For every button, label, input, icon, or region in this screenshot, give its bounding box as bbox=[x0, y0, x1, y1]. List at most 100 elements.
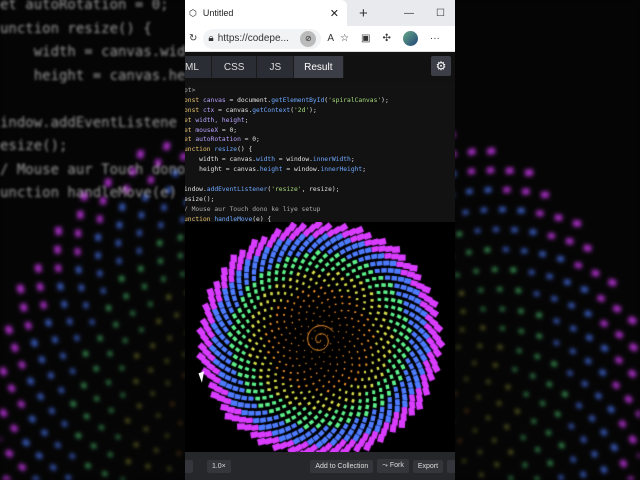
share-button[interactable] bbox=[447, 459, 455, 473]
code-token: = 0; bbox=[218, 126, 238, 134]
code-line: pt> bbox=[185, 86, 455, 96]
code-token: 'spiralCanvas' bbox=[328, 96, 382, 104]
settings-gear-icon[interactable]: ⚙ bbox=[431, 56, 451, 76]
code-token: mouseX bbox=[195, 126, 219, 134]
code-line: indow.addEventListener('resize', resize)… bbox=[185, 185, 455, 195]
code-token: 'resize' bbox=[271, 185, 302, 193]
bg-code-line: unction handleMove(e) bbox=[0, 185, 178, 201]
bg-code-line: indow.addEventListene bbox=[0, 114, 178, 131]
code-token: esize(); bbox=[185, 195, 215, 203]
code-token: , resize); bbox=[301, 185, 340, 193]
fork-button[interactable]: ⤳ Fork bbox=[377, 459, 409, 473]
console-button[interactable] bbox=[185, 459, 193, 473]
code-token: height = canvas. bbox=[185, 166, 260, 174]
lock-icon: 🔒︎ bbox=[208, 33, 214, 44]
code-line: et width, height; bbox=[185, 116, 455, 126]
code-line: width = canvas.width = window.innerWidth… bbox=[185, 155, 455, 165]
tracking-prevention-icon[interactable]: ⊘ bbox=[300, 30, 317, 47]
spiral-canvas[interactable] bbox=[185, 222, 455, 452]
code-line: unction handleMove(e) { bbox=[185, 215, 455, 222]
code-line: onst ctx = canvas.getContext('2d'); bbox=[185, 106, 455, 116]
tab-js[interactable]: JS bbox=[257, 56, 295, 78]
tab-css[interactable]: CSS bbox=[211, 56, 258, 78]
code-token: ; bbox=[362, 166, 366, 174]
tab-html[interactable]: ML bbox=[185, 56, 212, 78]
code-token: innerWidth bbox=[312, 156, 351, 164]
screenshot-icon[interactable]: ▣ bbox=[361, 33, 370, 44]
code-token: unction bbox=[185, 146, 215, 154]
code-token: width, height bbox=[195, 116, 245, 124]
bg-code-line: unction resize() { bbox=[0, 20, 152, 37]
code-token: / Mouse aur Touch dono ke liye setup bbox=[185, 205, 321, 213]
close-tab-icon[interactable]: ✕ bbox=[330, 7, 339, 20]
address-bar-row: ↻ 🔒︎ https://codepe... ⊘ A ☆ ▣ ✣ ··· bbox=[185, 26, 455, 52]
maximize-button[interactable]: ☐ bbox=[436, 8, 445, 19]
more-menu-icon[interactable]: ··· bbox=[430, 33, 440, 44]
code-token: innerHeight bbox=[320, 166, 363, 174]
code-token: ; bbox=[350, 156, 355, 164]
url-text: https://codepe... bbox=[217, 33, 289, 44]
code-token: = 0; bbox=[240, 136, 260, 144]
extensions-icon[interactable]: ✣ bbox=[382, 33, 390, 44]
code-token: autoRotation bbox=[195, 136, 241, 144]
zoom-select[interactable]: 1.0× bbox=[206, 459, 231, 473]
footer-bar: 1.0× Add to Collection ⤳ Fork Export bbox=[185, 452, 455, 480]
code-token: width = canvas. bbox=[185, 156, 257, 164]
bg-code-line: height = canvas.he bbox=[0, 67, 185, 84]
codepen-icon: ⬡ bbox=[189, 7, 197, 18]
code-editor[interactable]: pt> onst canvas = document.getElementById… bbox=[185, 82, 455, 222]
code-token: onst bbox=[185, 106, 203, 114]
code-token: addEventListener bbox=[206, 185, 268, 193]
read-aloud-icon[interactable]: A bbox=[327, 33, 334, 44]
code-token: () { bbox=[237, 146, 253, 154]
code-token: width bbox=[256, 156, 275, 164]
browser-window: ⬡ Untitled ✕ + — ☐ ↻ 🔒︎ https://codepe..… bbox=[185, 0, 455, 480]
bg-code-line: / Mouse aur Touch dono bbox=[0, 161, 185, 178]
code-line: onst canvas = document.getElementById('s… bbox=[185, 96, 455, 106]
new-tab-button[interactable]: + bbox=[359, 5, 368, 22]
refresh-icon[interactable]: ↻ bbox=[189, 33, 197, 44]
code-token: canvas bbox=[202, 96, 226, 104]
code-token: getElementById bbox=[271, 96, 325, 104]
add-to-collection-button[interactable]: Add to Collection bbox=[310, 459, 374, 473]
codepen-tab-bar: ML CSS JS Result ⚙ bbox=[185, 52, 455, 82]
code-token: height bbox=[259, 166, 283, 174]
code-token: getContext bbox=[252, 106, 291, 114]
bg-code-line: width = canvas.wid bbox=[0, 44, 185, 60]
bg-code-line: et autoRotation = 0; bbox=[0, 0, 169, 13]
code-token: et bbox=[185, 136, 196, 144]
code-token: onst bbox=[185, 96, 203, 104]
code-line: et mouseX = 0; bbox=[185, 126, 455, 136]
code-token: = canvas. bbox=[214, 106, 253, 114]
code-line: et autoRotation = 0; bbox=[185, 135, 455, 145]
code-line: esize(); bbox=[185, 195, 455, 205]
tab-title: Untitled bbox=[202, 8, 234, 18]
favorite-star-icon[interactable]: ☆ bbox=[340, 33, 349, 44]
blurred-background-code: et autoRotation = 0; unction resize() { w… bbox=[0, 0, 185, 206]
browser-tab[interactable]: ⬡ Untitled ✕ bbox=[185, 0, 347, 26]
code-token: = window. bbox=[282, 166, 321, 174]
code-token: resize bbox=[214, 146, 238, 154]
code-token: ); bbox=[309, 106, 317, 114]
code-token: ctx bbox=[202, 106, 215, 114]
code-token: indow. bbox=[185, 185, 207, 193]
minimize-button[interactable]: — bbox=[404, 8, 414, 19]
export-button[interactable]: Export bbox=[412, 459, 444, 473]
profile-avatar[interactable] bbox=[402, 31, 418, 46]
code-token: ); bbox=[381, 96, 389, 104]
code-token: ; bbox=[244, 116, 249, 124]
address-bar[interactable]: 🔒︎ https://codepe... ⊘ bbox=[203, 28, 322, 49]
tab-result[interactable]: Result bbox=[294, 56, 344, 78]
code-line: height = canvas.height = window.innerHei… bbox=[185, 165, 455, 175]
code-token: et bbox=[185, 126, 196, 134]
fork-icon: ⤳ bbox=[382, 462, 390, 469]
code-token: = window. bbox=[275, 156, 313, 164]
bg-code-line bbox=[0, 88, 185, 112]
code-token: = document. bbox=[225, 96, 272, 104]
code-token: et bbox=[185, 116, 196, 124]
bg-code-line: esize(); bbox=[0, 138, 68, 154]
code-token: '2d' bbox=[293, 106, 310, 114]
fork-label: Fork bbox=[389, 462, 404, 469]
code-token: pt> bbox=[185, 87, 196, 94]
